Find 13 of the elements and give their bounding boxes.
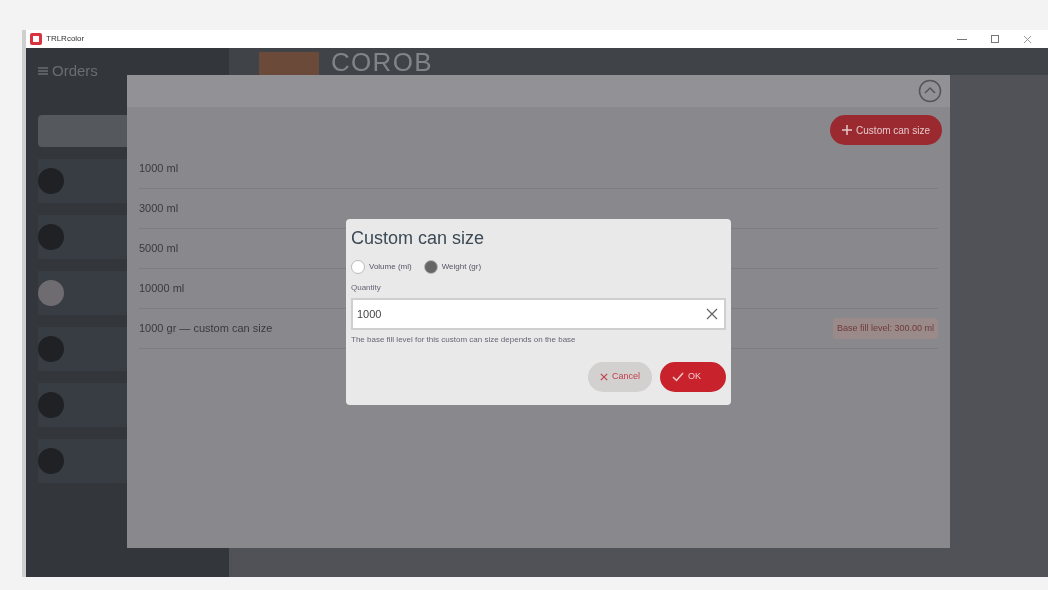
radio-label: Volume (ml): [369, 261, 412, 273]
can-size-label: 5000 ml: [139, 241, 179, 257]
hint-text: The base fill level for this custom can size depends on the base: [351, 334, 577, 346]
fill-level-badge: Base fill level: 300.00 ml: [832, 317, 938, 340]
dialog-title: Custom can size: [351, 227, 486, 250]
can-size-label: 1000 gr — custom can size: [139, 321, 273, 337]
logo-text: COROB: [331, 48, 433, 75]
radio-label: Weight (gr): [441, 261, 482, 273]
window-title: TRLRcolor: [46, 33, 85, 45]
can-size-label: 10000 ml: [139, 281, 185, 297]
can-size-label: 1000 ml: [139, 161, 179, 177]
can-size-label: 3000 ml: [139, 201, 179, 217]
field-label: Quantity: [351, 282, 382, 294]
